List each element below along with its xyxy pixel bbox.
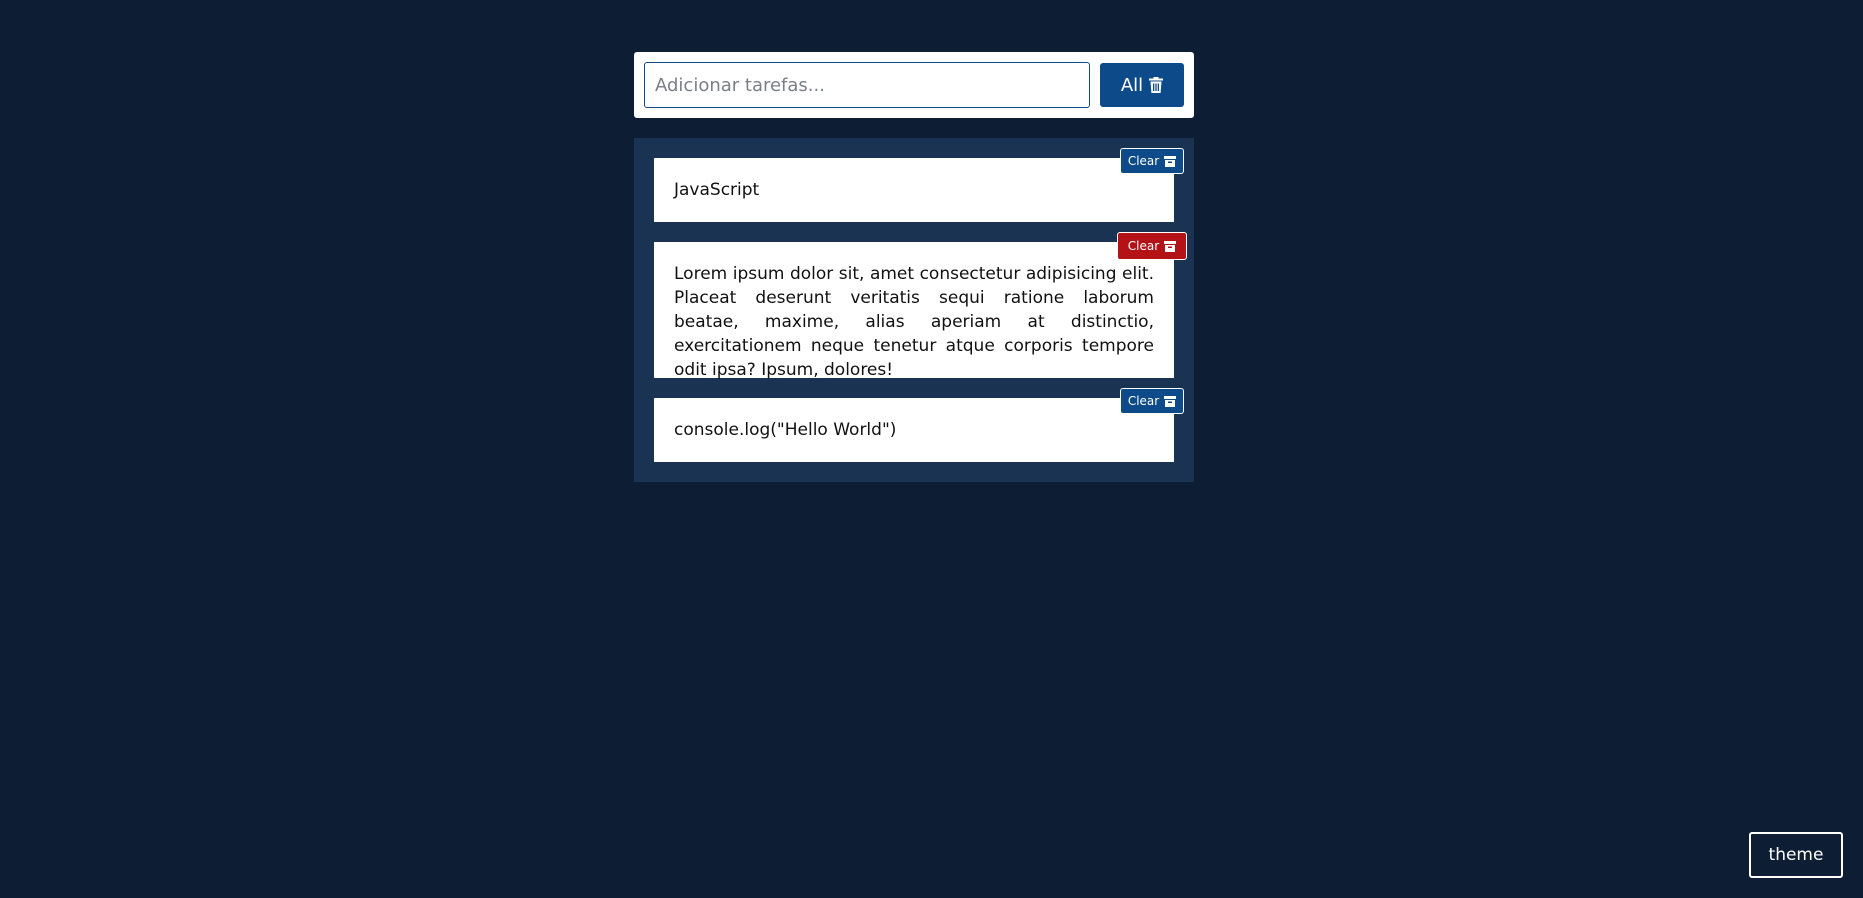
task-list: JavaScript Clear Lorem ipsum dolor sit, … xyxy=(634,138,1194,482)
clear-all-button[interactable]: All xyxy=(1100,63,1184,107)
task-input[interactable] xyxy=(644,62,1090,108)
archive-icon xyxy=(1164,155,1177,167)
add-task-form: All xyxy=(634,52,1194,118)
archive-icon xyxy=(1164,240,1177,252)
trash-icon xyxy=(1149,77,1164,93)
theme-toggle-button[interactable]: theme xyxy=(1749,832,1843,878)
task-text: JavaScript xyxy=(674,180,760,200)
clear-task-button[interactable]: Clear xyxy=(1117,232,1187,260)
clear-task-button[interactable]: Clear xyxy=(1120,388,1184,414)
task-item: JavaScript xyxy=(654,158,1174,222)
clear-label: Clear xyxy=(1127,239,1160,253)
clear-all-label: All xyxy=(1120,74,1144,96)
task-text: Lorem ipsum dolor sit, amet consectetur … xyxy=(674,264,1154,380)
clear-label: Clear xyxy=(1127,394,1160,408)
archive-icon xyxy=(1164,395,1177,407)
task-text: console.log("Hello World") xyxy=(674,420,897,440)
clear-task-button[interactable]: Clear xyxy=(1120,148,1184,174)
task-item: Lorem ipsum dolor sit, amet consectetur … xyxy=(654,242,1174,380)
clear-label: Clear xyxy=(1127,154,1160,168)
task-item: console.log("Hello World") xyxy=(654,398,1174,462)
